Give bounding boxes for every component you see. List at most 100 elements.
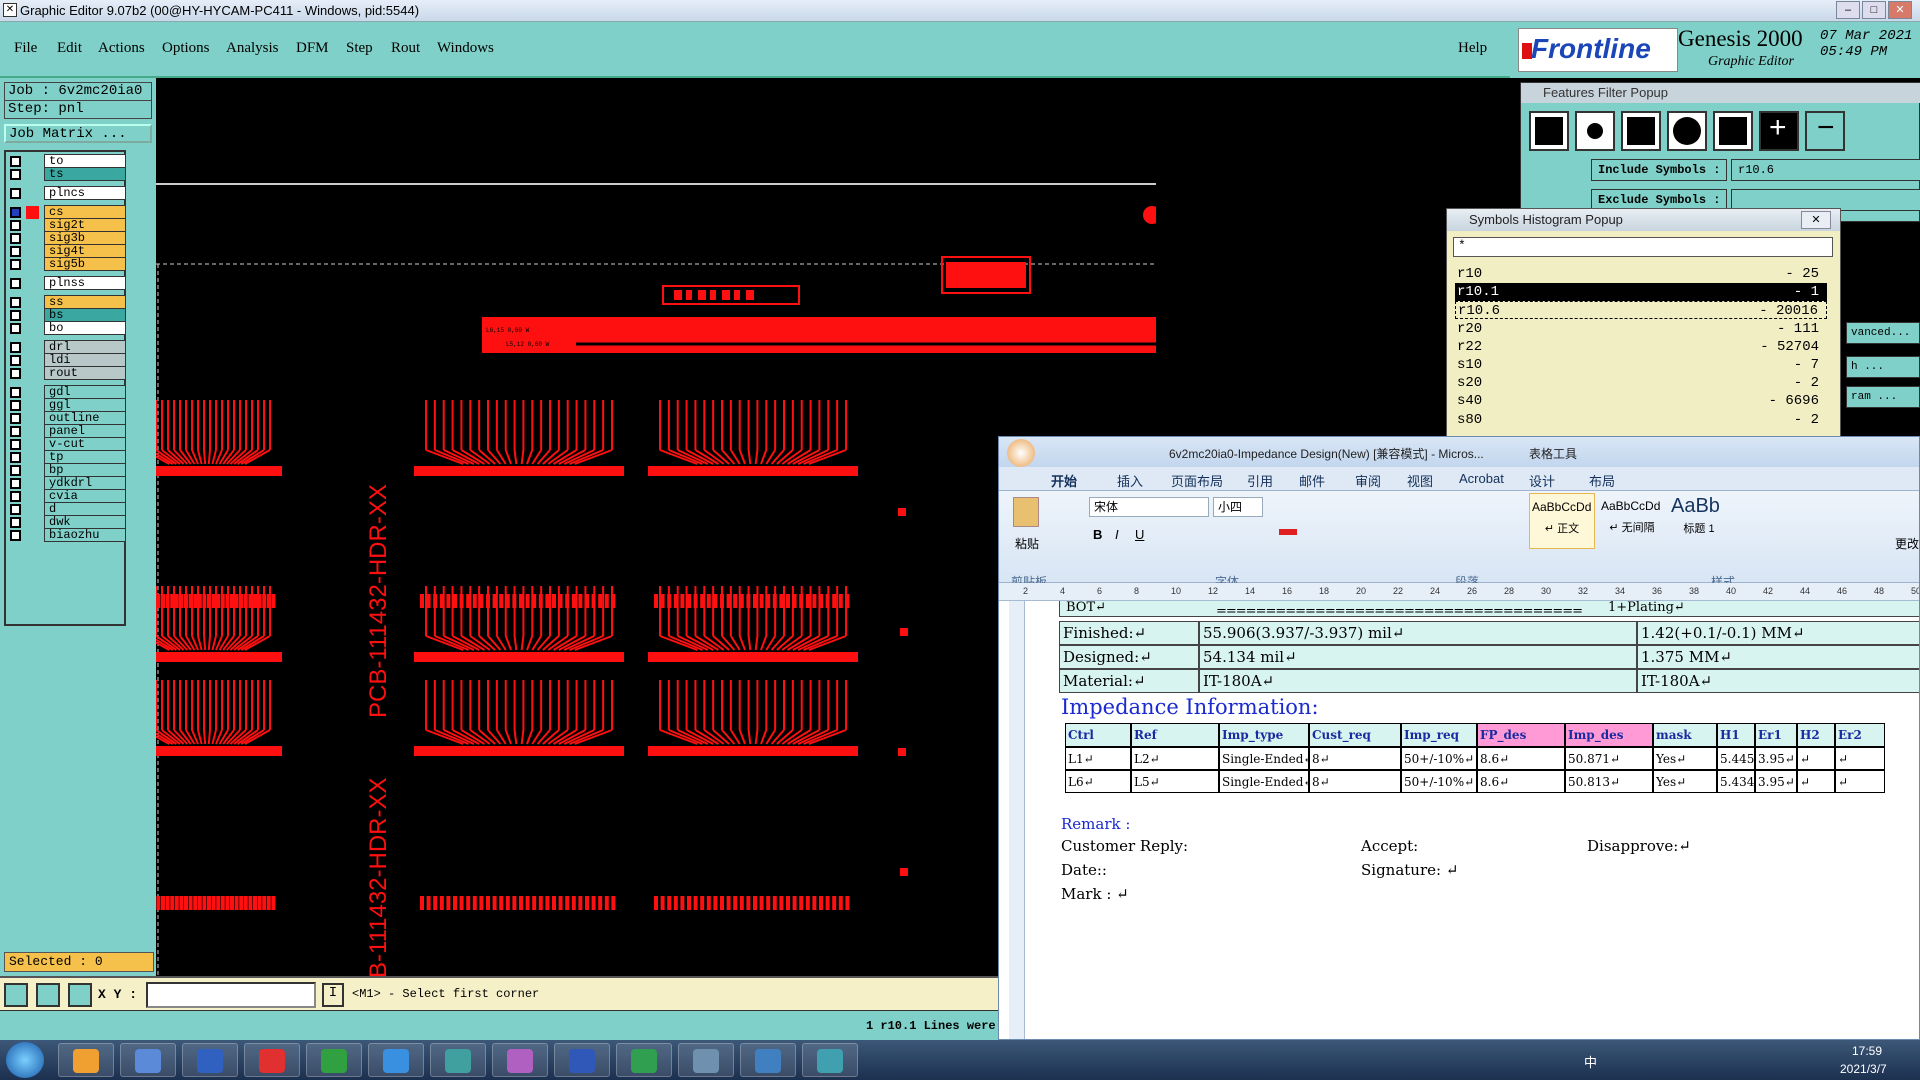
layer-name[interactable]: sig5b (44, 257, 126, 271)
layer-row-rout[interactable]: rout (8, 366, 126, 380)
tab-references[interactable]: 引用 (1247, 471, 1273, 490)
layer-name[interactable]: dwk (44, 515, 126, 529)
layer-row-plnss[interactable]: plnss (8, 276, 126, 290)
layer-name[interactable]: cs (44, 205, 126, 219)
layer-row-drl[interactable]: drl (8, 340, 126, 354)
histogram-filter-input[interactable]: * (1453, 237, 1833, 257)
layer-row-ts[interactable]: ts (8, 167, 126, 181)
layer-name[interactable]: bo (44, 321, 126, 335)
layer-checkbox[interactable] (10, 465, 21, 476)
document-area[interactable]: BOT↵ ===================================… (1025, 601, 1919, 1039)
layer-checkbox[interactable] (10, 478, 21, 489)
layer-row-sig2t[interactable]: sig2t (8, 218, 126, 232)
layer-name[interactable]: plnss (44, 276, 126, 290)
taskbar-app-button[interactable] (492, 1043, 548, 1077)
layer-checkbox[interactable] (10, 530, 21, 541)
menu-help[interactable]: Help (1458, 40, 1487, 57)
layer-checkbox[interactable] (10, 491, 21, 502)
horizontal-ruler[interactable]: 2 4 6 8 10 12 14 16 18 20 22 24 26 28 30 32 34 36 38 40 42 44… (999, 583, 1919, 601)
layer-name[interactable]: to (44, 154, 126, 168)
surface-filter-icon[interactable] (1621, 111, 1661, 151)
histogram-row[interactable]: s20 - 2 (1455, 374, 1827, 392)
layer-row-bp[interactable]: bp (8, 463, 126, 477)
layer-row-ldi[interactable]: ldi (8, 353, 126, 367)
tool-icon-1[interactable] (4, 983, 28, 1007)
layer-checkbox[interactable] (10, 439, 21, 450)
menu-edit[interactable]: Edit (57, 40, 82, 57)
layer-name[interactable]: panel (44, 424, 126, 438)
font-name-select[interactable]: 宋体 (1089, 497, 1209, 517)
layer-checkbox[interactable] (10, 400, 21, 411)
arc-filter-icon[interactable] (1667, 111, 1707, 151)
layer-name[interactable]: ggl (44, 398, 126, 412)
layer-row-gdl[interactable]: gdl (8, 385, 126, 399)
layer-name[interactable]: drl (44, 340, 126, 354)
clock-date[interactable]: 2021/3/7 (1840, 1062, 1887, 1076)
layer-name[interactable]: ydkdrl (44, 476, 126, 490)
tab-insert[interactable]: 插入 (1117, 471, 1143, 490)
taskbar-app-button[interactable] (306, 1043, 362, 1077)
layer-name[interactable]: ss (44, 295, 126, 309)
layer-row-bs[interactable]: bs (8, 308, 126, 322)
tool-icon-2[interactable] (36, 983, 60, 1007)
text-filter-icon[interactable] (1713, 111, 1753, 151)
layer-name[interactable]: d (44, 502, 126, 516)
maximize-button[interactable]: □ (1862, 1, 1886, 19)
layer-row-outline[interactable]: outline (8, 411, 126, 425)
layer-checkbox[interactable] (10, 233, 21, 244)
taskbar-app-button[interactable] (182, 1043, 238, 1077)
histogram-row[interactable]: r22 - 52704 (1455, 338, 1827, 356)
layer-checkbox[interactable] (10, 169, 21, 180)
histogram-row[interactable]: r10.1 - 1 (1455, 283, 1827, 302)
style-no-spacing[interactable]: AaBbCcDd ↵ 无间隔 (1599, 493, 1665, 549)
taskbar-app-button[interactable] (368, 1043, 424, 1077)
layer-name[interactable]: sig3b (44, 231, 126, 245)
menu-dfm[interactable]: DFM (296, 40, 329, 57)
layer-name[interactable]: sig2t (44, 218, 126, 232)
advanced-button[interactable]: vanced... (1846, 322, 1920, 344)
histogram-row[interactable]: r10 - 25 (1455, 265, 1827, 283)
layer-row-d[interactable]: d (8, 502, 126, 516)
layer-name[interactable]: tp (44, 450, 126, 464)
layer-row-tp[interactable]: tp (8, 450, 126, 464)
layer-checkbox[interactable] (10, 517, 21, 528)
menu-rout[interactable]: Rout (391, 40, 420, 57)
tab-home[interactable]: 开始 (1051, 471, 1077, 490)
layer-name[interactable]: sig4t (44, 244, 126, 258)
line-filter-icon[interactable] (1529, 111, 1569, 151)
layer-name[interactable]: rout (44, 366, 126, 380)
menu-step[interactable]: Step (346, 40, 373, 57)
layer-row-sig3b[interactable]: sig3b (8, 231, 126, 245)
tab-table-layout[interactable]: 布局 (1589, 471, 1615, 490)
layer-row-panel[interactable]: panel (8, 424, 126, 438)
menu-file[interactable]: File (14, 40, 37, 57)
layer-checkbox[interactable] (10, 156, 21, 167)
pad-filter-icon[interactable] (1575, 111, 1615, 151)
taskbar-app-button[interactable] (678, 1043, 734, 1077)
histogram-row[interactable]: s40 - 6696 (1455, 392, 1827, 410)
layer-row-cs[interactable]: cs (8, 205, 126, 219)
xy-input[interactable] (146, 982, 316, 1008)
start-button[interactable] (6, 1042, 44, 1078)
taskbar-app-button[interactable] (554, 1043, 610, 1077)
menu-options[interactable]: Options (162, 40, 210, 57)
histogram-close-button[interactable]: ✕ (1801, 211, 1831, 229)
layer-name[interactable]: ts (44, 167, 126, 181)
layer-row-bo[interactable]: bo (8, 321, 126, 335)
layer-name[interactable]: outline (44, 411, 126, 425)
histogram-row[interactable]: r20 - 111 (1455, 320, 1827, 338)
layer-row-ss[interactable]: ss (8, 295, 126, 309)
layer-checkbox[interactable] (10, 278, 21, 289)
taskbar-app-button[interactable] (430, 1043, 486, 1077)
font-size-select[interactable]: 小四 (1213, 497, 1263, 517)
menu-analysis[interactable]: Analysis (226, 40, 279, 57)
minimize-button[interactable]: – (1836, 1, 1860, 19)
layer-name[interactable]: bs (44, 308, 126, 322)
job-matrix-button[interactable]: Job Matrix ... (4, 124, 152, 143)
layer-checkbox[interactable] (10, 387, 21, 398)
layer-name[interactable]: bp (44, 463, 126, 477)
taskbar-app-button[interactable] (740, 1043, 796, 1077)
bold-button[interactable]: B (1093, 527, 1102, 542)
vertical-ruler[interactable] (1009, 601, 1025, 1039)
layer-row-biaozhu[interactable]: biaozhu (8, 528, 126, 542)
